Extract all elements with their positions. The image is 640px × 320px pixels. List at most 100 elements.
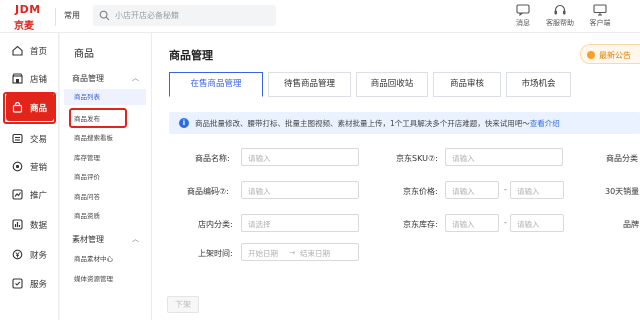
view-intro-link[interactable]: 查看介绍 — [530, 119, 560, 128]
listing-time-label: 上架时间: — [198, 249, 233, 258]
date-arrow: → — [289, 248, 296, 257]
left-nav: 首页 店铺 商品 交易 营销 推广 数据 财务 服务 — [0, 33, 59, 320]
data-icon — [12, 219, 23, 230]
promotion-icon — [12, 189, 23, 200]
input-placeholder: 请输入 — [452, 187, 475, 196]
announcement-badge[interactable]: 最新公告 — [580, 44, 640, 64]
page-title: 商品管理 — [169, 49, 213, 62]
end-date-placeholder: 结束日期 — [300, 249, 330, 258]
message-label: 消息 — [516, 19, 530, 27]
jd-stock-label: 京东库存: — [403, 220, 438, 229]
search-input[interactable]: 小店开店必备秘籍 — [93, 5, 276, 26]
menu-item-media-resources[interactable]: 媒体资源管理 — [74, 273, 113, 283]
secondary-menu: 商品 商品管理 ︿ 商品列表 商品发布 商品搜索看板 库存管理 商品评价 商品问… — [60, 33, 152, 320]
product-name-label: 商品名称: — [195, 154, 230, 163]
common-menu-button[interactable]: 常用 — [64, 10, 80, 21]
tab-pending-sale[interactable]: 待售商品管理 — [268, 72, 351, 97]
listing-date-range[interactable]: 开始日期 → 结束日期 — [241, 243, 359, 261]
start-date-placeholder: 开始日期 — [248, 249, 278, 258]
menu-item-inventory[interactable]: 库存管理 — [74, 152, 100, 162]
nav-item-promotion[interactable]: 推广 — [6, 185, 56, 203]
jd-sku-label: 京东SKU⑦: — [396, 154, 438, 163]
menu-group-material-management[interactable]: 素材管理 — [72, 234, 104, 245]
input-placeholder: 请输入 — [517, 220, 540, 229]
nav-item-marketing[interactable]: 营销 — [6, 157, 56, 175]
nav-label-trade: 交易 — [30, 135, 48, 145]
logo-top-text: JDM — [15, 3, 41, 16]
nav-item-shop[interactable]: 店铺 — [6, 69, 56, 87]
nav-item-trade[interactable]: 交易 — [6, 129, 56, 147]
nav-label-marketing: 营销 — [30, 163, 48, 173]
submenu-title: 商品 — [74, 49, 94, 60]
info-icon: i — [179, 118, 189, 128]
input-placeholder: 请输入 — [248, 187, 271, 196]
jd-sku-input[interactable]: 请输入 — [445, 148, 563, 166]
top-bar: JDM 京麦 常用 小店开店必备秘籍 消息 客服帮助 客户端 — [0, 0, 640, 33]
nav-item-home[interactable]: 首页 — [6, 41, 56, 59]
nav-item-service[interactable]: 服务 — [6, 274, 56, 292]
nav-item-data[interactable]: 数据 — [6, 215, 56, 233]
product-code-input[interactable]: 请输入 — [241, 181, 359, 199]
announcement-label: 最新公告 — [599, 51, 631, 60]
input-placeholder: 请输入 — [517, 187, 540, 196]
delist-button[interactable]: 下架 — [167, 296, 199, 313]
nav-item-finance[interactable]: 财务 — [6, 245, 56, 263]
menu-item-product-list[interactable]: 商品列表 — [64, 89, 146, 105]
menu-item-search-board[interactable]: 商品搜索看板 — [74, 132, 113, 142]
stock-min-input[interactable]: 请输入 — [445, 214, 499, 232]
nav-label-service: 服务 — [30, 280, 48, 290]
info-text: 商品批量修改、腰带打标、批量主图视频、素材批量上传，1个工具解决多个开店难题，快… — [195, 118, 560, 129]
logo-bottom-text: 京麦 — [14, 21, 34, 32]
message-icon — [516, 4, 530, 16]
menu-item-qualification[interactable]: 商品资质 — [74, 210, 100, 220]
nav-label-promotion: 推广 — [30, 191, 48, 201]
highlight-frame-product-publish — [69, 108, 127, 128]
service-icon — [12, 278, 23, 289]
tab-on-sale[interactable]: 在售商品管理 — [169, 72, 263, 97]
client-button[interactable]: 客户端 — [580, 3, 620, 31]
menu-group-product-management[interactable]: 商品管理 — [72, 73, 104, 84]
price-min-input[interactable]: 请输入 — [445, 181, 499, 199]
input-placeholder: 请输入 — [248, 154, 271, 163]
range-separator: - — [504, 218, 507, 227]
select-placeholder: 请选择 — [248, 220, 271, 229]
product-category-label: 商品分类 — [606, 154, 638, 163]
menu-item-reviews[interactable]: 商品评价 — [74, 171, 100, 181]
nav-label-finance: 财务 — [30, 251, 48, 261]
announcement-icon — [587, 51, 595, 59]
tab-recycle-bin[interactable]: 商品回收站 — [356, 72, 428, 97]
customer-help-button[interactable]: 客服帮助 — [540, 3, 580, 31]
stock-max-input[interactable]: 请输入 — [510, 214, 564, 232]
input-placeholder: 请输入 — [452, 220, 475, 229]
range-separator: - — [504, 185, 507, 194]
sales-30d-label: 30天销量 — [605, 187, 640, 196]
jdm-logo[interactable]: JDM 京麦 — [6, 2, 54, 32]
tab-market-opportunity[interactable]: 市场机会 — [506, 72, 571, 97]
chevron-up-icon[interactable]: ︿ — [132, 234, 139, 244]
nav-label-data: 数据 — [30, 221, 48, 231]
menu-item-material-center[interactable]: 商品素材中心 — [74, 253, 113, 263]
finance-icon — [12, 249, 23, 260]
tab-review[interactable]: 商品审核 — [433, 72, 501, 97]
main-content: 商品管理 最新公告 在售商品管理 待售商品管理 商品回收站 商品审核 市场机会 … — [152, 33, 640, 320]
marketing-icon — [12, 161, 23, 172]
product-code-label: 商品编码⑦: — [187, 187, 229, 196]
shop-icon — [12, 73, 23, 84]
price-max-input[interactable]: 请输入 — [510, 181, 564, 199]
search-icon — [99, 10, 110, 21]
nav-label-shop: 店铺 — [30, 75, 48, 85]
info-message: 商品批量修改、腰带打标、批量主图视频、素材批量上传，1个工具解决多个开店难题，快… — [195, 119, 530, 128]
store-category-label: 店内分类: — [198, 220, 233, 229]
input-placeholder: 请输入 — [452, 154, 475, 163]
monitor-icon — [593, 4, 607, 16]
message-button[interactable]: 消息 — [503, 3, 543, 31]
home-icon — [12, 45, 23, 56]
chevron-up-icon[interactable]: ︿ — [132, 73, 139, 83]
headset-icon — [554, 4, 566, 15]
product-name-input[interactable]: 请输入 — [241, 148, 359, 166]
menu-item-qa[interactable]: 商品问答 — [74, 191, 100, 201]
store-category-select[interactable]: 请选择 — [241, 214, 359, 232]
search-placeholder: 小店开店必备秘籍 — [115, 11, 179, 20]
jd-price-label: 京东价格: — [403, 187, 438, 196]
info-banner: i 商品批量修改、腰带打标、批量主图视频、素材批量上传，1个工具解决多个开店难题… — [169, 112, 640, 134]
